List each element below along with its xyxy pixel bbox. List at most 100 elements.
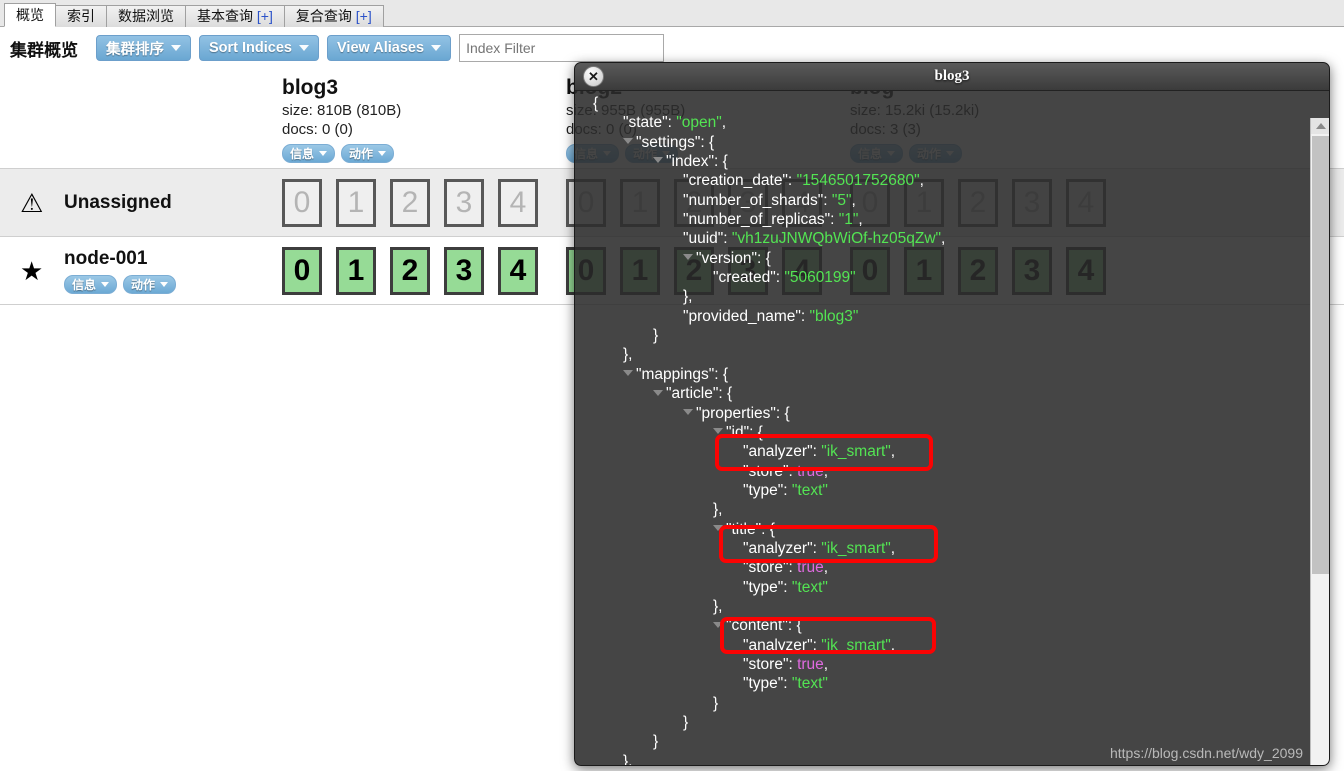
json-token: "index": { — [666, 153, 728, 171]
json-token: "analyzer": — [743, 636, 822, 654]
json-token: "ik_smart" — [821, 443, 891, 461]
json-line: "provided_name": "blog3" — [593, 307, 1301, 326]
json-token: "analyzer": — [743, 443, 822, 461]
json-line: "version": { — [593, 249, 1301, 268]
collapse-triangle-icon[interactable] — [623, 370, 633, 377]
index-size: size: 810B (810B) — [282, 102, 402, 119]
json-token: "blog3" — [809, 307, 859, 325]
json-line: "title": { — [593, 520, 1301, 539]
collapse-triangle-icon[interactable] — [623, 138, 633, 145]
json-token: "store": — [743, 462, 798, 480]
tab-label: 概览 — [16, 7, 44, 23]
tab-label: 数据浏览 — [118, 8, 174, 24]
json-token: "text" — [791, 578, 828, 596]
json-token: "content": { — [726, 617, 802, 635]
json-line: "store": true, — [593, 462, 1301, 481]
shard-3[interactable]: 3 — [444, 178, 484, 227]
collapse-triangle-icon[interactable] — [653, 389, 663, 396]
tab-4[interactable]: 复合查询 [+] — [283, 5, 384, 27]
json-token: "version": { — [696, 249, 771, 267]
index-column-blog3: blog3 size: 810B (810B) docs: 0 (0) 信息 动作 — [282, 69, 566, 168]
json-token: }, — [713, 501, 723, 519]
tab-expand-icon[interactable]: [+] — [253, 8, 273, 24]
index-action-button[interactable]: 动作 — [341, 144, 395, 163]
chevron-down-icon — [431, 45, 442, 51]
json-token: "title": { — [726, 520, 775, 538]
index-info-button[interactable]: 信息 — [282, 144, 336, 163]
json-token: "ik_smart" — [821, 539, 891, 557]
collapse-triangle-icon[interactable] — [653, 157, 663, 164]
json-token: } — [683, 714, 689, 731]
json-line: "created": "5060199" — [593, 268, 1301, 287]
json-line: "article": { — [593, 384, 1301, 403]
collapse-triangle-icon[interactable] — [713, 524, 723, 531]
node-name: node-001 — [64, 247, 148, 269]
node-label-text: node-001 信息 动作 — [64, 248, 182, 294]
shard-0[interactable]: 0 — [282, 178, 322, 227]
shard-1[interactable]: 1 — [336, 246, 376, 295]
tab-3[interactable]: 基本查询 [+] — [185, 5, 285, 27]
chevron-down-icon — [299, 45, 309, 51]
node-name: Unassigned — [64, 191, 172, 213]
json-token: , — [858, 211, 863, 229]
scrollbar-thumb[interactable] — [1312, 136, 1329, 574]
sort-indices-button[interactable]: Sort Indices — [199, 35, 319, 61]
tab-label: 复合查询 — [295, 8, 352, 24]
json-line: } — [593, 326, 1301, 345]
warning-triangle-icon: ⚠ — [20, 187, 44, 218]
json-token: }, — [623, 752, 633, 766]
node-info-label: 信息 — [72, 277, 97, 292]
json-line: } — [593, 713, 1301, 732]
json-line: }, — [593, 345, 1301, 364]
shard-2[interactable]: 2 — [390, 178, 430, 227]
tab-0[interactable]: 概览 — [4, 3, 56, 27]
collapse-triangle-icon[interactable] — [713, 621, 723, 628]
scroll-up-icon[interactable] — [1311, 118, 1329, 134]
index-filter-input[interactable] — [459, 34, 665, 62]
shard-2[interactable]: 2 — [390, 246, 430, 295]
tab-2[interactable]: 数据浏览 — [106, 5, 186, 27]
collapse-triangle-icon[interactable] — [713, 428, 723, 435]
app-root: 概览 索引 数据浏览 基本查询 [+] 复合查询 [+] 集群概览 集群排序 Sort … — [0, 0, 1344, 771]
view-aliases-button[interactable]: View Aliases — [327, 35, 452, 61]
shard-0[interactable]: 0 — [282, 246, 322, 295]
shard-4[interactable]: 4 — [498, 246, 538, 295]
json-token: "mappings": { — [636, 365, 729, 383]
json-token: , — [919, 172, 924, 190]
shard-3[interactable]: 3 — [444, 246, 484, 295]
json-line: "uuid": "vh1zuJNWQbWiOf-hz05qZw", — [593, 229, 1301, 248]
json-token: "store": — [743, 655, 798, 673]
json-line: } — [593, 694, 1301, 713]
close-icon[interactable]: ✕ — [583, 66, 604, 87]
json-token: "created": — [713, 269, 785, 287]
node-info-button[interactable]: 信息 — [64, 274, 118, 294]
tab-1[interactable]: 索引 — [55, 5, 107, 27]
watermark-text: https://blog.csdn.net/wdy_2099 — [1109, 745, 1303, 761]
json-token: }, — [683, 288, 693, 306]
collapse-triangle-icon[interactable] — [683, 408, 693, 415]
node-action-button[interactable]: 动作 — [123, 274, 177, 294]
json-token: , — [823, 462, 829, 480]
json-token: "text" — [791, 675, 828, 693]
index-action-label: 动作 — [349, 147, 374, 161]
json-token: , — [823, 559, 829, 577]
json-viewer[interactable]: {"state": "open", "settings": {"index": {… — [575, 90, 1301, 766]
shard-4[interactable]: 4 — [498, 178, 538, 227]
json-token: "1546501752680" — [796, 172, 920, 190]
json-token: , — [851, 191, 856, 209]
dialog-scrollbar[interactable] — [1310, 118, 1329, 765]
json-token: } — [713, 694, 719, 712]
tab-expand-icon[interactable]: [+] — [352, 8, 372, 24]
shard-1[interactable]: 1 — [336, 178, 376, 227]
json-token: "number_of_shards": — [683, 191, 832, 209]
json-token: "type": — [743, 675, 792, 693]
json-token: "id": { — [726, 423, 763, 441]
json-token: } — [653, 733, 659, 751]
json-token: "1" — [838, 211, 859, 229]
dialog-titlebar: ✕ blog3 — [575, 63, 1329, 91]
json-token: "article": { — [666, 385, 733, 403]
collapse-triangle-icon[interactable] — [683, 254, 693, 261]
node-actions: 信息 动作 — [64, 274, 182, 294]
json-token: , — [890, 443, 896, 461]
sort-cluster-button[interactable]: 集群排序 — [96, 35, 191, 61]
